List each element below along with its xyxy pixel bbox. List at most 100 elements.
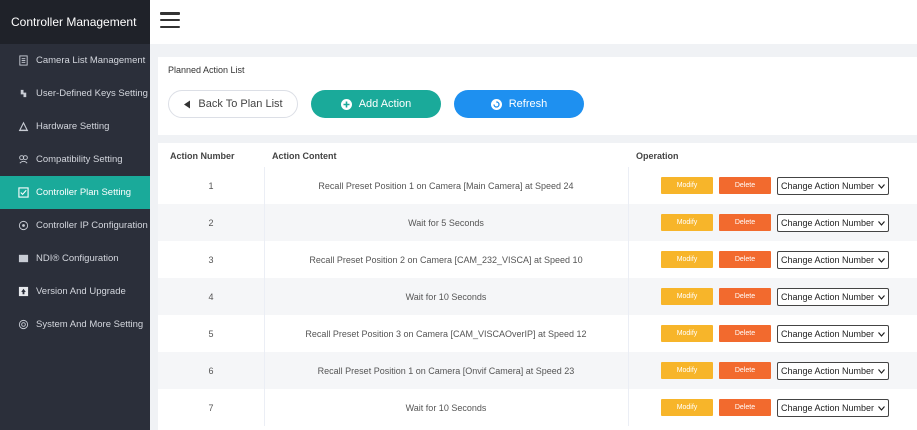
column-header-number: Action Number	[170, 151, 235, 161]
sidebar-item-ndi-configuration[interactable]: NDI® Configuration	[0, 242, 150, 275]
panel-title: Planned Action List	[168, 65, 245, 75]
column-header-operation: Operation	[636, 151, 679, 161]
back-button-label: Back To Plan List	[198, 98, 283, 110]
add-action-button[interactable]: Add Action	[311, 90, 441, 118]
operation-cell: Modify Delete Change Action Number	[628, 167, 917, 204]
system-settings-icon	[18, 319, 29, 330]
sidebar-item-version-upgrade[interactable]: Version And Upgrade	[0, 275, 150, 308]
sidebar-item-hardware[interactable]: Hardware Setting	[0, 110, 150, 143]
sidebar-item-label: Compatibility Setting	[36, 154, 123, 165]
modify-button[interactable]: Modify	[661, 251, 713, 268]
select-value: Change Action Number	[781, 403, 875, 413]
action-content: Recall Preset Position 2 on Camera [CAM_…	[309, 254, 583, 265]
sidebar-item-label: Controller Plan Setting	[36, 187, 132, 198]
operation-cell: Modify Delete Change Action Number	[628, 278, 917, 315]
delete-button[interactable]: Delete	[719, 325, 771, 342]
sidebar-item-label: User-Defined Keys Setting	[36, 88, 148, 99]
action-content: Wait for 10 Seconds	[405, 402, 487, 413]
modify-button[interactable]: Modify	[661, 362, 713, 379]
chevron-down-icon	[878, 257, 886, 263]
delete-button[interactable]: Delete	[719, 177, 771, 194]
sidebar-title: Controller Management	[0, 0, 150, 44]
change-action-number-select[interactable]: Change Action Number	[777, 325, 889, 343]
action-table: Action Number Action Content Operation 1…	[158, 143, 917, 430]
operation-cell: Modify Delete Change Action Number	[628, 315, 917, 352]
change-action-number-select[interactable]: Change Action Number	[777, 251, 889, 269]
change-action-number-select[interactable]: Change Action Number	[777, 399, 889, 417]
table-row: 2 Wait for 5 Seconds Modify Delete Chang…	[158, 204, 917, 241]
chevron-down-icon	[878, 405, 886, 411]
sidebar-item-controller-plan[interactable]: Controller Plan Setting	[0, 176, 150, 209]
action-number: 6	[208, 365, 214, 376]
sidebar-item-label: Hardware Setting	[36, 121, 110, 132]
delete-button[interactable]: Delete	[719, 399, 771, 416]
back-arrow-icon	[183, 100, 191, 109]
action-number: 1	[208, 180, 214, 191]
action-content: Wait for 10 Seconds	[405, 291, 487, 302]
action-number: 4	[208, 291, 214, 302]
select-value: Change Action Number	[781, 181, 875, 191]
sidebar-item-label: Controller IP Configuration	[36, 220, 148, 231]
back-to-plan-list-button[interactable]: Back To Plan List	[168, 90, 298, 118]
modify-button[interactable]: Modify	[661, 399, 713, 416]
hardware-icon	[18, 121, 29, 132]
sidebar-item-label: Version And Upgrade	[36, 286, 126, 297]
ndi-icon	[18, 253, 29, 264]
action-number: 3	[208, 254, 214, 265]
chevron-down-icon	[878, 183, 886, 189]
chevron-down-icon	[878, 331, 886, 337]
change-action-number-select[interactable]: Change Action Number	[777, 214, 889, 232]
select-value: Change Action Number	[781, 292, 875, 302]
table-row: 4 Wait for 10 Seconds Modify Delete Chan…	[158, 278, 917, 315]
change-action-number-select[interactable]: Change Action Number	[777, 288, 889, 306]
table-row: 3 Recall Preset Position 2 on Camera [CA…	[158, 241, 917, 278]
sidebar-item-user-defined-keys[interactable]: User-Defined Keys Setting	[0, 77, 150, 110]
select-value: Change Action Number	[781, 329, 875, 339]
sidebar: Controller Management Camera List Manage…	[0, 0, 150, 430]
action-number: 2	[208, 217, 214, 228]
delete-button[interactable]: Delete	[719, 214, 771, 231]
select-value: Change Action Number	[781, 366, 875, 376]
sidebar-item-label: NDI® Configuration	[36, 253, 119, 264]
delete-button[interactable]: Delete	[719, 288, 771, 305]
plan-checkbox-icon	[18, 187, 29, 198]
table-row: 7 Wait for 10 Seconds Modify Delete Chan…	[158, 389, 917, 426]
modify-button[interactable]: Modify	[661, 177, 713, 194]
sidebar-item-label: System And More Setting	[36, 319, 144, 330]
action-number: 5	[208, 328, 214, 339]
sidebar-item-system-more[interactable]: System And More Setting	[0, 308, 150, 341]
modify-button[interactable]: Modify	[661, 288, 713, 305]
delete-button[interactable]: Delete	[719, 362, 771, 379]
sidebar-item-ip-configuration[interactable]: Controller IP Configuration	[0, 209, 150, 242]
operation-cell: Modify Delete Change Action Number	[628, 241, 917, 278]
table-row: 5 Recall Preset Position 3 on Camera [CA…	[158, 315, 917, 352]
delete-button[interactable]: Delete	[719, 251, 771, 268]
operation-cell: Modify Delete Change Action Number	[628, 352, 917, 389]
operation-cell: Modify Delete Change Action Number	[628, 389, 917, 426]
change-action-number-select[interactable]: Change Action Number	[777, 177, 889, 195]
upgrade-icon	[18, 286, 29, 297]
keys-icon	[18, 88, 29, 99]
change-action-number-select[interactable]: Change Action Number	[777, 362, 889, 380]
sidebar-item-compatibility[interactable]: Compatibility Setting	[0, 143, 150, 176]
refresh-button[interactable]: Refresh	[454, 90, 584, 118]
select-value: Change Action Number	[781, 218, 875, 228]
select-value: Change Action Number	[781, 255, 875, 265]
action-content: Wait for 5 Seconds	[408, 217, 484, 228]
table-row: 6 Recall Preset Position 1 on Camera [On…	[158, 352, 917, 389]
ip-config-icon	[18, 220, 29, 231]
chevron-down-icon	[878, 220, 886, 226]
refresh-icon	[490, 98, 502, 110]
hamburger-menu-icon[interactable]	[160, 12, 180, 28]
action-number: 7	[208, 402, 214, 413]
modify-button[interactable]: Modify	[661, 214, 713, 231]
top-bar	[150, 0, 917, 44]
action-content: Recall Preset Position 1 on Camera [Main…	[318, 180, 574, 191]
refresh-button-label: Refresh	[508, 98, 548, 110]
compatibility-icon	[18, 154, 29, 165]
sidebar-item-camera-list[interactable]: Camera List Management	[0, 44, 150, 77]
operation-cell: Modify Delete Change Action Number	[628, 204, 917, 241]
action-content: Recall Preset Position 3 on Camera [CAM_…	[305, 328, 587, 339]
modify-button[interactable]: Modify	[661, 325, 713, 342]
table-row: 1 Recall Preset Position 1 on Camera [Ma…	[158, 167, 917, 204]
